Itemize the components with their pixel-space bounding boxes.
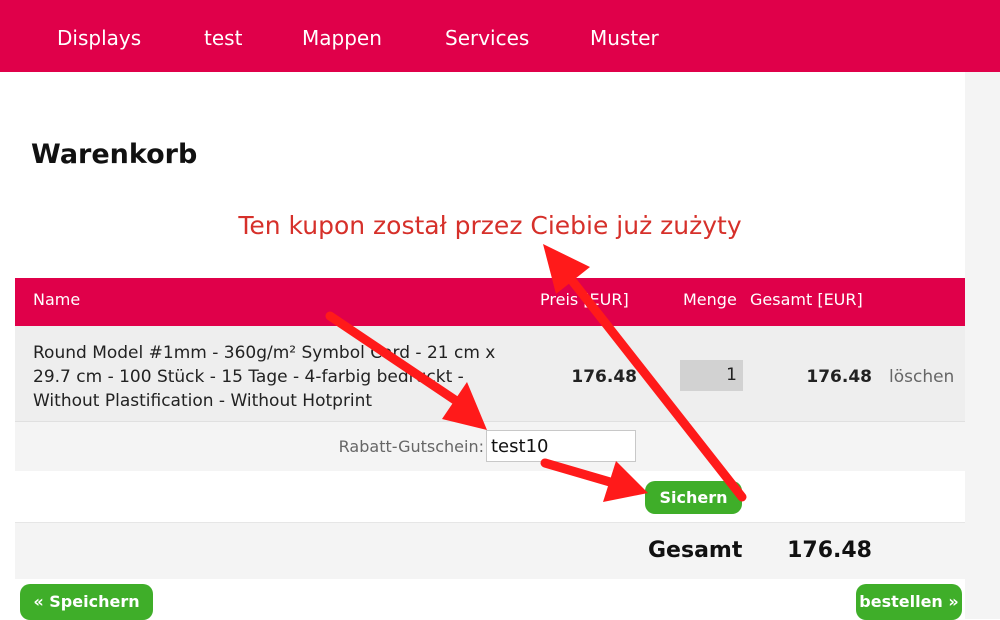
top-navigation-bar: Displays test Mappen Services Muster [0,0,1000,72]
delete-item-link[interactable]: löschen [889,366,954,388]
grand-total-value: 176.48 [787,538,872,563]
column-header-quantity: Menge [683,290,737,309]
column-header-name: Name [33,290,81,309]
nav-item-muster[interactable]: Muster [590,26,659,50]
column-header-price: Preis [EUR] [540,290,629,309]
save-cart-back-button[interactable]: « Speichern [20,584,153,620]
nav-item-test[interactable]: test [204,26,242,50]
quantity-input[interactable]: 1 [680,360,743,391]
grand-total-label: Gesamt [648,538,743,563]
cart-item-name-line: Without Plastification - Without Hotprin… [33,391,373,411]
coupon-error-message: Ten kupon został przez Ciebie już zużyty [238,211,742,240]
cart-item-name-line: 29.7 cm - 100 Stück - 15 Tage - 4-farbig… [33,367,464,387]
save-coupon-button[interactable]: Sichern [645,481,742,514]
nav-item-services[interactable]: Services [445,26,529,50]
order-button[interactable]: bestellen » [856,584,962,620]
cart-item-price: 176.48 [571,367,637,387]
cart-item-name: Round Model #1mm - 360g/m² Symbol Card -… [33,341,523,413]
nav-item-mappen[interactable]: Mappen [302,26,382,50]
cart-item-name-line: Round Model #1mm - 360g/m² Symbol Card -… [33,343,496,363]
cart-item-total: 176.48 [806,367,872,387]
coupon-label: Rabatt-Gutschein: [338,437,484,456]
coupon-input[interactable] [486,430,636,462]
nav-item-displays[interactable]: Displays [57,26,141,50]
column-header-total: Gesamt [EUR] [750,290,863,309]
coupon-save-row [15,471,965,523]
right-gutter [965,72,1000,619]
page-title: Warenkorb [31,139,198,170]
